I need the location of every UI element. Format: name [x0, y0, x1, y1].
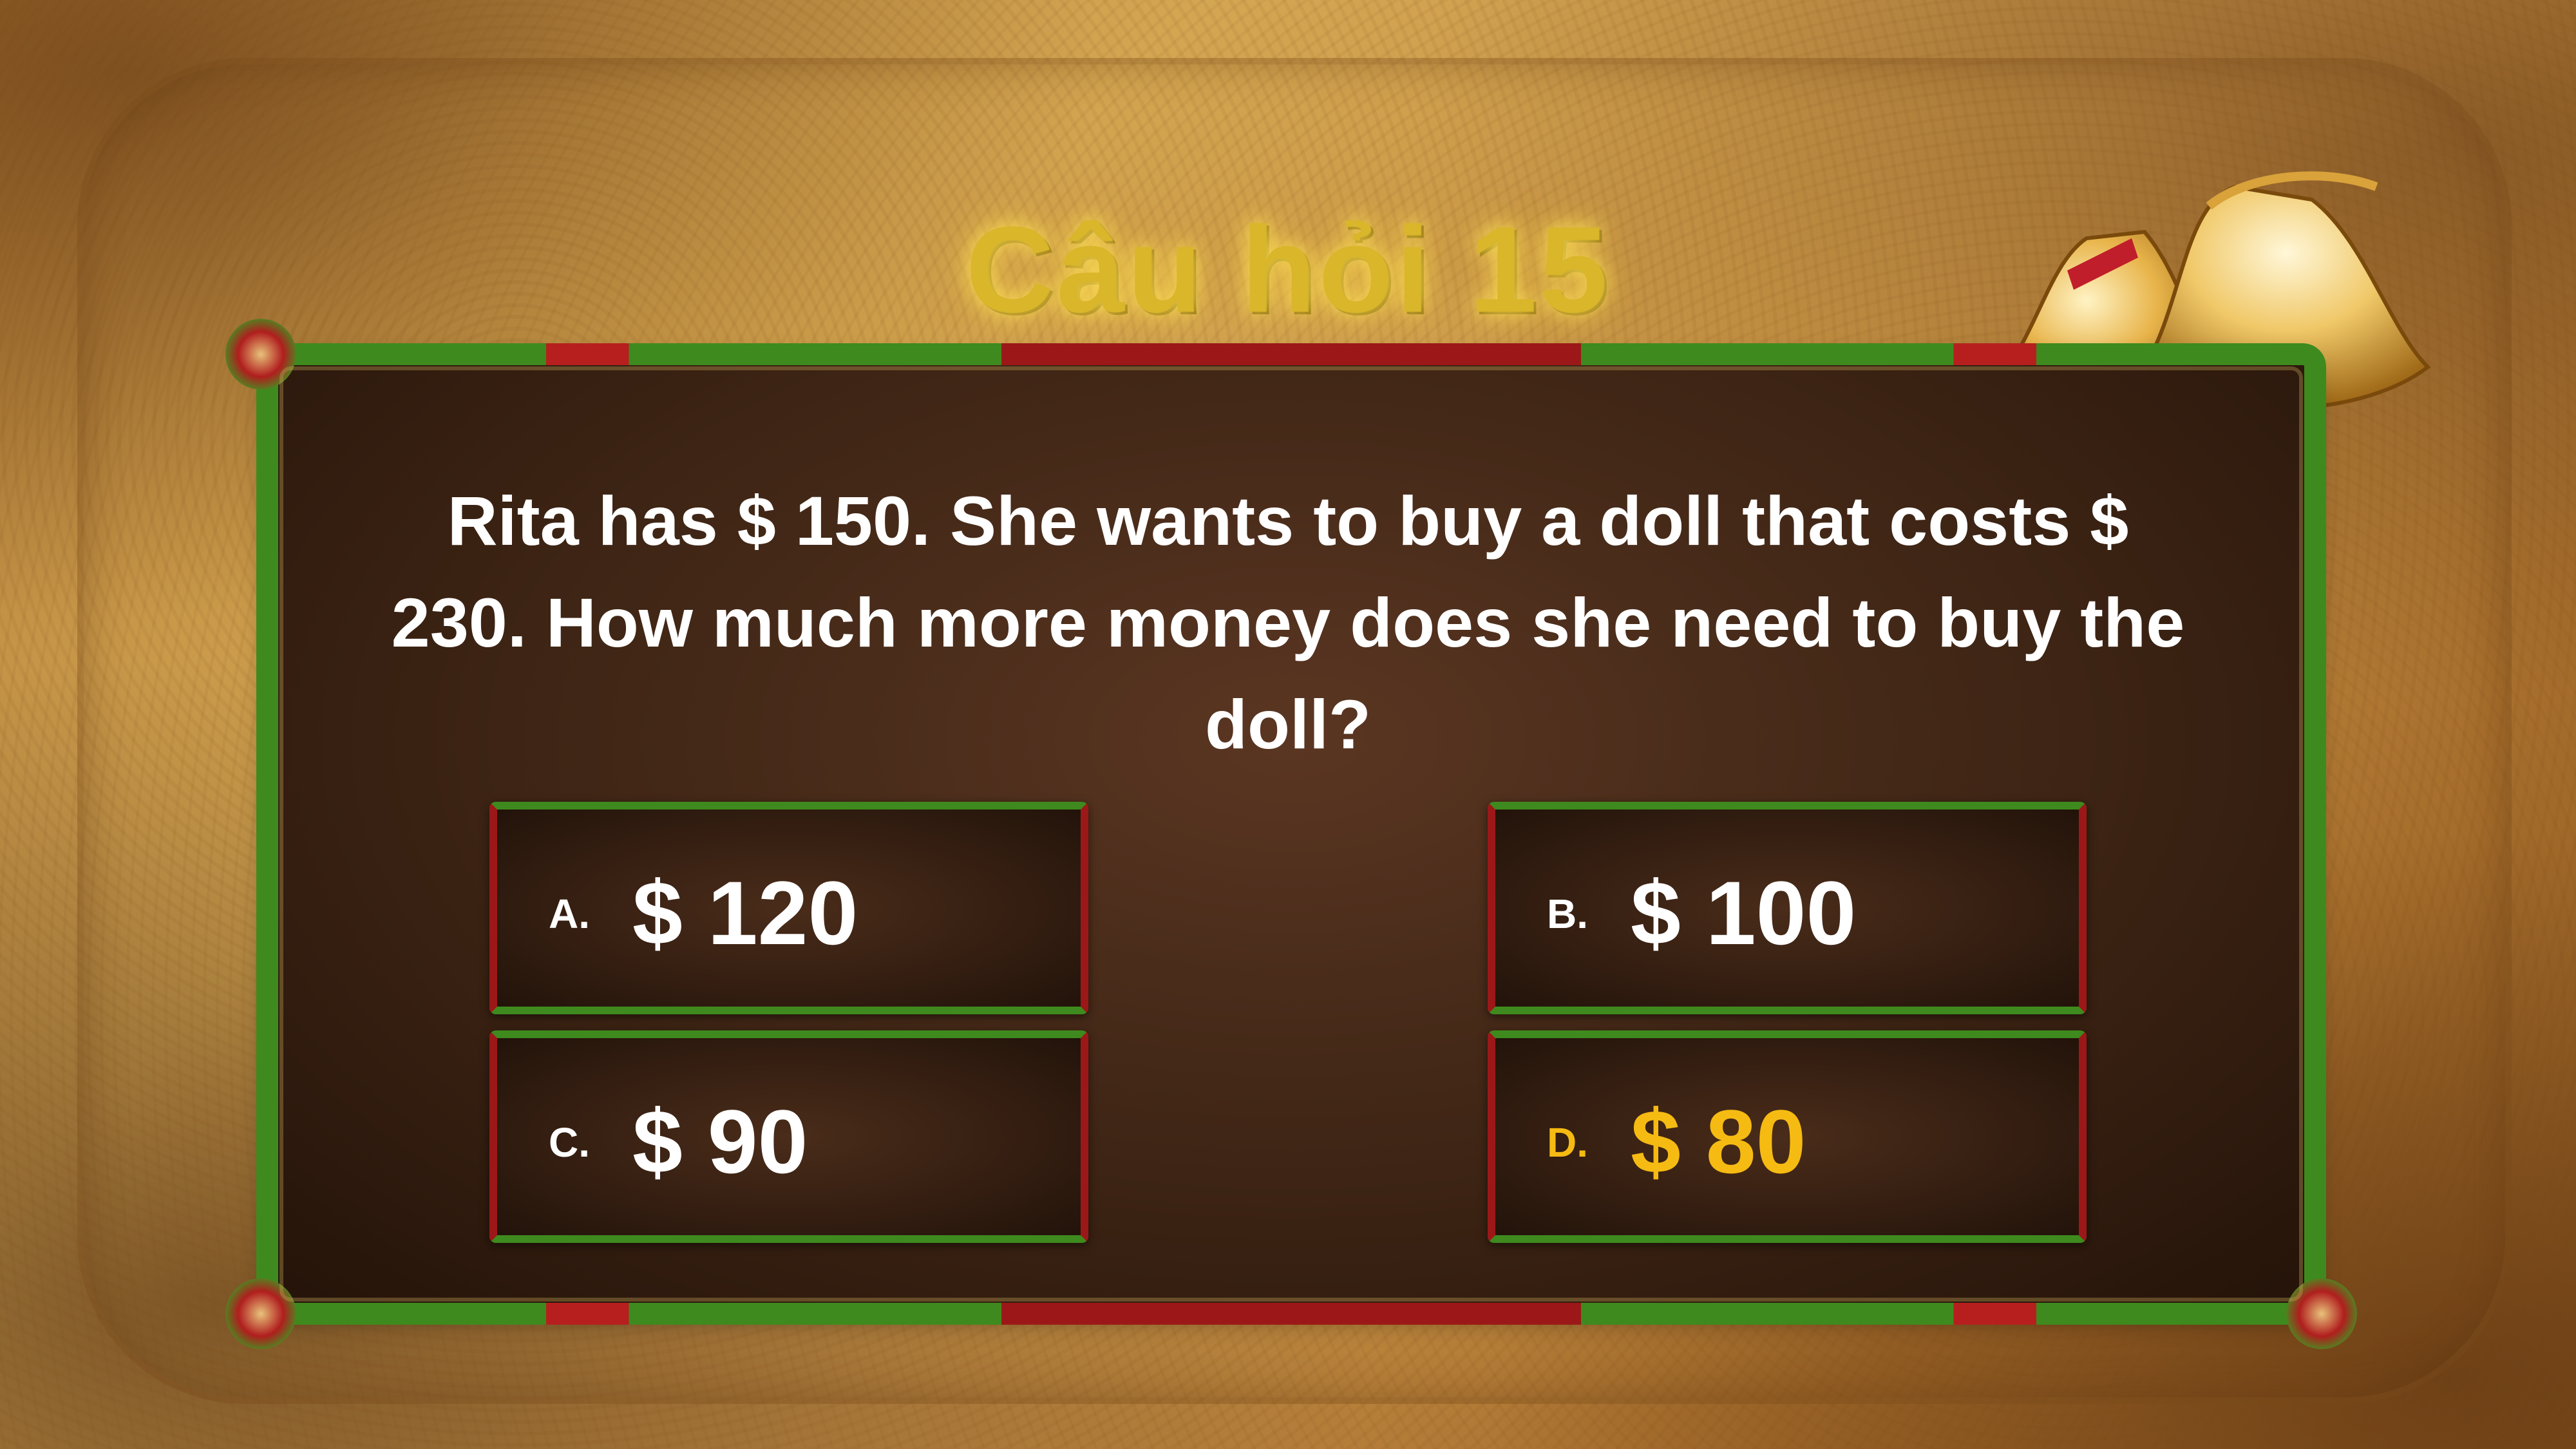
answer-value: $ 120	[632, 862, 858, 963]
corner-ornament	[225, 319, 296, 390]
answer-c-button[interactable]: C. $ 90	[489, 1030, 1088, 1243]
answer-letter: D.	[1547, 1119, 1588, 1166]
answer-value: $ 100	[1631, 862, 1857, 963]
answer-a-button[interactable]: A. $ 120	[489, 802, 1088, 1014]
answer-b-button[interactable]: B. $ 100	[1488, 802, 2087, 1014]
answer-d-button[interactable]: D. $ 80	[1488, 1030, 2087, 1243]
answer-letter: C.	[549, 1119, 590, 1166]
answer-letter: B.	[1547, 891, 1588, 937]
corner-ornament	[225, 1278, 296, 1349]
corner-ornament	[2286, 1278, 2357, 1349]
answer-value: $ 90	[632, 1091, 808, 1192]
question-text: Rita has $ 150. She wants to buy a doll …	[391, 482, 2185, 763]
answer-value: $ 80	[1631, 1091, 1806, 1192]
answer-letter: A.	[549, 891, 590, 937]
